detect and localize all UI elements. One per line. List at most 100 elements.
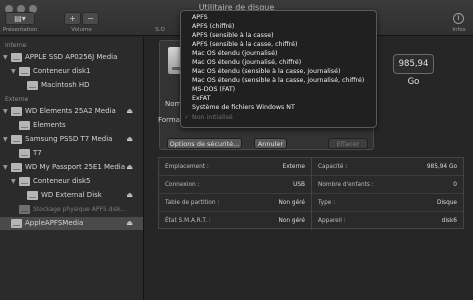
presentation-button[interactable]: ▤▾ [5,12,35,25]
volume-icon [19,205,30,214]
volume-icon [27,81,38,90]
sidebar-item-label: Samsung PSSD T7 Media [25,135,113,143]
container-icon [19,177,30,186]
sidebar: Interne ▼ APPLE SSD AP0256J Media ▼ Cont… [0,37,144,300]
sidebar-item-elements[interactable]: Elements [0,119,143,132]
info-value: 0 [453,182,457,188]
sidebar-item-container-disk1[interactable]: ▼ Conteneur disk1 [0,65,143,78]
format-option-apfs-case-sensitive[interactable]: APFS (sensible à la casse) [192,32,274,40]
disclosure-triangle-icon[interactable]: ▼ [3,105,8,118]
info-value: Externe [282,164,305,170]
disk-info-table: Emplacement : Externe Connexion : USB Ta… [158,157,464,230]
info-row-smart-status: État S.M.A.R.T. : Non géré [159,212,311,230]
format-field-label: Format [158,116,183,124]
sidebar-item-label: APPLE SSD AP0256J Media [25,53,118,61]
drive-icon [11,135,22,144]
sidebar-item-t7[interactable]: T7 [0,147,143,160]
disclosure-triangle-icon[interactable]: ▼ [11,175,16,188]
sidebar-item-label: Elements [33,121,66,129]
cancel-button[interactable]: Annuler [254,138,287,149]
remove-volume-button[interactable]: − [82,12,99,25]
info-key: Appareil : [318,218,346,224]
format-option-apfs[interactable]: APFS [192,14,208,22]
eject-icon[interactable]: ⏏ [126,105,133,118]
format-option-macos-journaled-encrypted[interactable]: Mac OS étendu (journalisé, chiffré) [192,59,301,67]
disclosure-triangle-icon[interactable]: ▼ [3,51,8,64]
capacity-badge: 985,94 Go [393,54,434,87]
sidebar-item-container-disk5[interactable]: ▼ Conteneur disk5 [0,175,143,188]
add-volume-button[interactable]: + [64,12,81,25]
sidebar-item-label: Conteneur disk1 [33,67,91,75]
info-key: Type : [318,200,336,206]
disclosure-triangle-icon[interactable]: ▼ [3,161,8,174]
format-option-macos-journaled[interactable]: Mac OS étendu (journalisé) [192,50,277,58]
sidebar-item-label: T7 [33,149,42,157]
volume-icon [19,149,30,158]
info-value: USB [293,182,305,188]
sidebar-item-label: WD My Passport 25E1 Media [25,163,126,171]
format-dropdown-menu: APFS APFS (chiffré) APFS (sensible à la … [180,10,377,128]
info-value: Non géré [278,200,305,206]
format-option-ms-dos-fat[interactable]: MS-DOS (FAT) [192,86,235,94]
sidebar-item-apple-ssd[interactable]: ▼ APPLE SSD AP0256J Media [0,51,143,64]
format-option-exfat[interactable]: ExFAT [192,95,210,103]
info-value: disk6 [441,218,457,224]
format-option-apfs-encrypted[interactable]: APFS (chiffré) [192,23,234,31]
info-row-connection: Connexion : USB [159,176,311,194]
info-value: Disque [436,200,457,206]
format-option-apfs-case-sensitive-encrypted[interactable]: APFS (sensible à la casse, chiffré) [192,41,297,49]
sidebar-toggle-icon: ▤▾ [14,14,26,23]
sidebar-item-label: Stockage physique APFS disk… [33,206,127,213]
format-option-windows-nt[interactable]: Système de fichiers Windows NT [192,104,295,112]
sidebar-item-wd-my-passport[interactable]: ▼ WD My Passport 25E1 Media ⏏ [0,161,143,174]
info-label: Infos [452,27,466,33]
disclosure-triangle-icon[interactable]: ▼ [11,65,16,78]
sidebar-section-external: Externe [5,96,29,103]
info-value: 985,94 Go [426,164,457,170]
security-options-button[interactable]: Options de sécurité... [167,138,242,149]
info-row-location: Emplacement : Externe [159,158,311,176]
sidebar-item-wd-elements[interactable]: ▼ WD Elements 25A2 Media ⏏ [0,105,143,118]
first-aid-label: S.O [155,27,165,33]
sidebar-item-apfs-physical-store[interactable]: Stockage physique APFS disk… [0,203,143,216]
info-value: Non géré [278,218,305,224]
info-key: Table de partition : [165,200,220,206]
drive-icon [11,107,22,116]
eject-icon[interactable]: ⏏ [126,133,133,146]
eject-icon[interactable]: ⏏ [126,217,133,230]
drive-icon [11,219,22,228]
sidebar-item-appleapfsmedia[interactable]: AppleAPFSMedia ⏏ [0,217,143,230]
volume-icon [27,191,38,200]
drive-icon [11,53,22,62]
sidebar-item-label: WD Elements 25A2 Media [25,107,116,115]
info-row-child-count: Nombre d'enfants : 0 [312,176,463,194]
info-key: Capacité : [318,164,348,170]
sidebar-item-label: Conteneur disk5 [33,177,91,185]
info-row-capacity: Capacité : 985,94 Go [312,158,463,176]
container-icon [19,67,30,76]
drive-icon [11,163,22,172]
disk-utility-window: Utilitaire de disque ▤▾ Présentation + −… [0,0,473,300]
info-key: État S.M.A.R.T. : [165,218,211,224]
format-option-uninitialized[interactable]: Non initialisé [192,114,233,122]
info-row-device: Appareil : disk6 [312,212,463,230]
name-field-label: Nom [165,100,182,108]
sidebar-section-internal: Interne [5,42,27,49]
sidebar-item-samsung-t7[interactable]: ▼ Samsung PSSD T7 Media ⏏ [0,133,143,146]
erase-button[interactable]: Effacer [328,138,368,149]
info-row-partition-table: Table de partition : Non géré [159,194,311,212]
info-row-type: Type : Disque [312,194,463,212]
format-option-macos-case-sensitive-journaled[interactable]: Mac OS étendu (sensible à la casse, jour… [192,68,340,76]
disclosure-triangle-icon[interactable]: ▼ [3,133,8,146]
sidebar-item-macintosh-hd[interactable]: Macintosh HD [0,79,143,92]
eject-icon[interactable]: ⏏ [126,161,133,174]
info-icon: i [457,14,460,22]
format-option-macos-case-sensitive-journaled-encrypted[interactable]: Mac OS étendu (sensible à la casse, jour… [192,77,364,85]
sidebar-item-label: Macintosh HD [41,81,90,89]
volume-icon [19,121,30,130]
eject-icon[interactable]: ⏏ [126,189,133,202]
sidebar-item-wd-external-disk[interactable]: WD External Disk ⏏ [0,189,143,202]
info-button[interactable]: i [453,13,464,24]
volume-label: Volume [71,27,92,33]
info-key: Connexion : [165,182,200,188]
